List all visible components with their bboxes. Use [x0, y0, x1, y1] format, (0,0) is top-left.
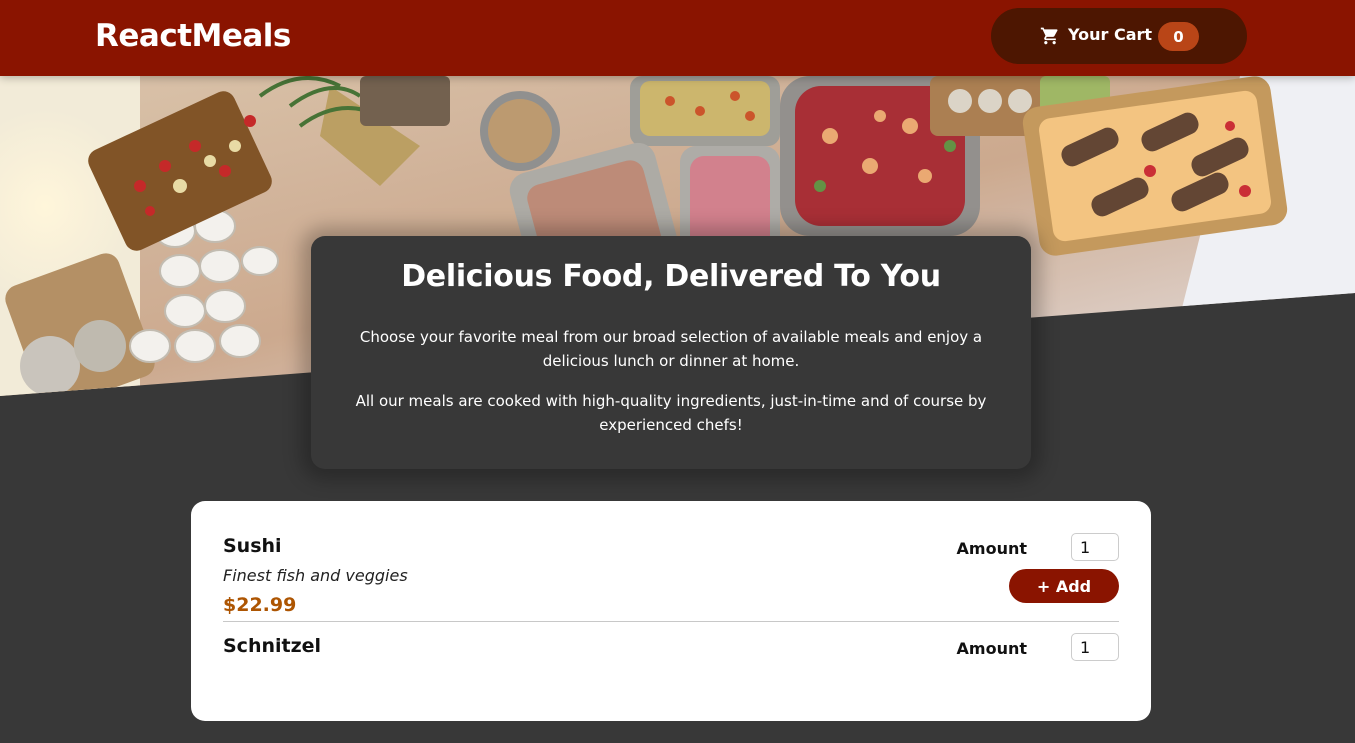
amount-label: Amount — [956, 539, 1027, 558]
amount-input[interactable] — [1071, 633, 1119, 661]
meal-description: Finest fish and veggies — [223, 566, 408, 585]
meal-item-schnitzel: Schnitzel Amount — [223, 622, 1119, 743]
meals-summary-card: Delicious Food, Delivered To You Choose … — [311, 236, 1031, 469]
add-to-cart-button[interactable]: + Add — [1009, 569, 1119, 603]
meal-name: Schnitzel — [223, 635, 322, 657]
summary-paragraph-1: Choose your favorite meal from our broad… — [359, 328, 983, 370]
shopping-cart-icon — [1040, 27, 1058, 45]
amount-input[interactable] — [1071, 533, 1119, 561]
meal-name: Sushi — [223, 535, 282, 557]
cart-label: Your Cart — [1068, 25, 1153, 44]
summary-paragraph-2: All our meals are cooked with high-quali… — [355, 392, 987, 434]
meal-price: $22.99 — [223, 594, 297, 616]
meal-item-sushi: Sushi Finest fish and veggies $22.99 Amo… — [223, 501, 1119, 622]
available-meals-card: Sushi Finest fish and veggies $22.99 Amo… — [191, 501, 1151, 721]
cart-button[interactable]: Your Cart 0 — [991, 8, 1247, 64]
amount-label: Amount — [956, 639, 1027, 658]
app-logo: ReactMeals — [95, 18, 291, 54]
app-header: ReactMeals Your Cart 0 — [0, 0, 1355, 76]
summary-title: Delicious Food, Delivered To You — [401, 259, 941, 294]
cart-count-badge: 0 — [1158, 22, 1199, 51]
